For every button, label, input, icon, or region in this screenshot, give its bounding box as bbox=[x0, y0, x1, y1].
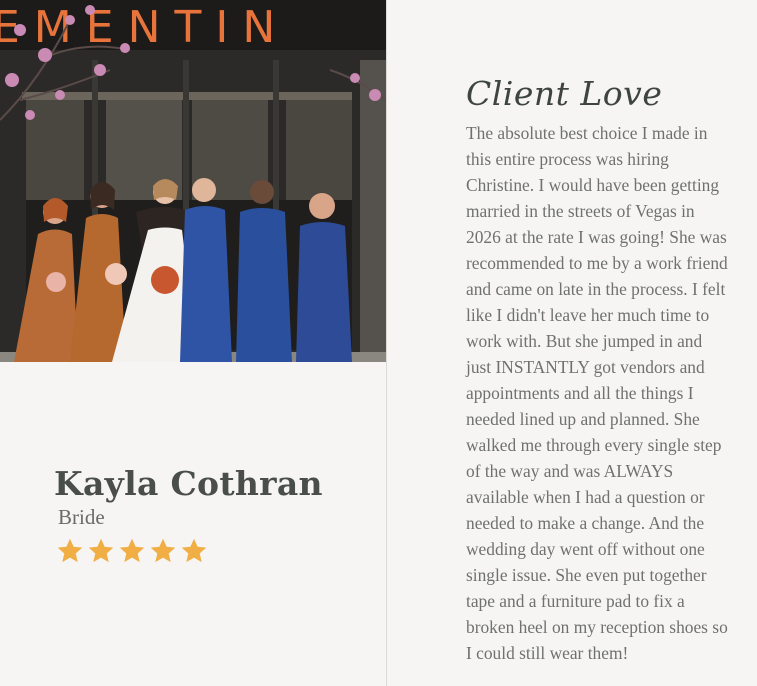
client-column: EMENTIN Kayla Cothran Bride bbox=[0, 0, 387, 686]
star-rating bbox=[56, 537, 208, 565]
testimonial-text: The absolute best choice I made in this … bbox=[466, 123, 728, 663]
star-icon bbox=[88, 538, 114, 563]
star-icon bbox=[150, 538, 176, 563]
star-icon bbox=[119, 538, 145, 563]
client-role: Bride bbox=[58, 505, 105, 529]
client-name: Kayla Cothran bbox=[54, 464, 323, 503]
star-icon bbox=[181, 538, 207, 563]
star-icon bbox=[57, 538, 83, 563]
venue-sign-text: EMENTIN bbox=[0, 2, 289, 53]
wedding-party-photo: EMENTIN bbox=[0, 0, 386, 362]
section-heading: Client Love bbox=[466, 74, 663, 113]
wedding-party-illustration: EMENTIN bbox=[0, 0, 386, 362]
